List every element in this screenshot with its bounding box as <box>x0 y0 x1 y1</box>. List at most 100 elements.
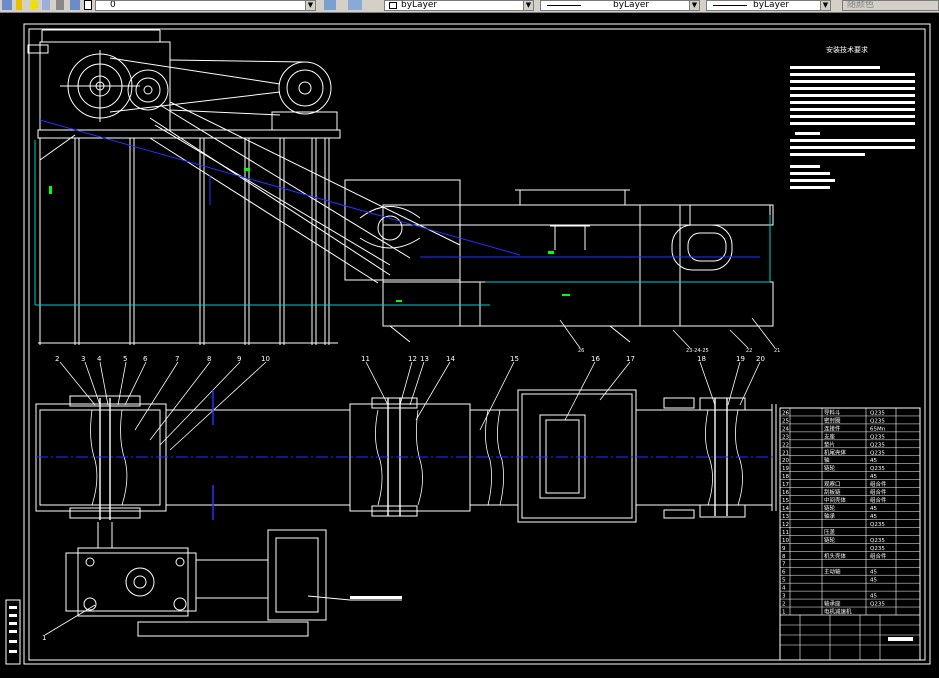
bom-cell-no: 4 <box>782 586 786 592</box>
callout-18: 18 <box>697 355 706 363</box>
make-current-layer-icon[interactable] <box>324 0 336 10</box>
bom-cell-name: 连接件 <box>824 424 841 432</box>
linetype-value: byLayer <box>613 0 650 10</box>
layer-previous-icon[interactable] <box>348 0 362 10</box>
bom-cell-mat: 65Mn <box>870 426 886 432</box>
chevron-down-icon: ▼ <box>523 1 533 10</box>
lineweight-value: byLayer <box>753 0 790 10</box>
bom-cell-no: 1 <box>782 610 786 616</box>
model-space-background <box>0 13 939 678</box>
freeze-icon[interactable] <box>42 0 50 10</box>
properties-toolbar: 0 ▼ byLayer ▼ byLayer ▼ byLayer ▼ 随颜色 <box>0 0 939 13</box>
bom-cell-name: 观察口 <box>824 480 841 488</box>
color-swatch-icon <box>389 2 397 9</box>
callout-11: 11 <box>361 355 370 363</box>
callout-16: 16 <box>591 355 600 363</box>
callout-7: 7 <box>175 355 179 363</box>
layer-manager-icon[interactable] <box>2 0 12 10</box>
bom-cell-no: 19 <box>782 466 789 472</box>
callout-19: 19 <box>736 355 745 363</box>
bom-cell-name: 轴承座 <box>824 600 841 608</box>
bom-cell-mat: Q235 <box>870 602 885 608</box>
bom-cell-mat: 45 <box>870 514 877 520</box>
bom-cell-mat: Q235 <box>870 410 885 416</box>
plot-icon[interactable] <box>70 0 80 10</box>
chevron-down-icon: ▼ <box>820 1 830 10</box>
callout-6: 6 <box>143 355 148 363</box>
bom-cell-no: 3 <box>782 594 786 600</box>
bom-cell-mat: 组合件 <box>870 488 887 496</box>
bom-cell-name: 轴承 <box>824 512 836 520</box>
bom-cell-no: 22 <box>782 442 789 448</box>
bom-cell-no: 16 <box>782 490 789 496</box>
callout-26: 26 <box>578 348 584 354</box>
bom-cell-no: 15 <box>782 498 789 504</box>
bom-cell-name: 链轮 <box>824 464 836 472</box>
layer-value: 0 <box>110 0 116 10</box>
bom-cell-no: 2 <box>782 602 786 608</box>
bom-cell-name: 支座 <box>824 432 836 440</box>
callout-20: 20 <box>756 355 765 363</box>
callout-17: 17 <box>626 355 635 363</box>
color-value: byLayer <box>401 0 438 10</box>
lineweight-preview-icon <box>713 5 747 6</box>
lock-icon[interactable] <box>56 0 64 10</box>
motor-label-bar <box>350 596 402 599</box>
bom-cell-no: 6 <box>782 570 786 576</box>
bom-cell-mat: 45 <box>870 578 877 584</box>
lineweight-dropdown[interactable]: byLayer ▼ <box>706 0 831 11</box>
layer-color-swatch-icon[interactable] <box>84 0 92 10</box>
callout-9: 9 <box>237 355 241 363</box>
chevron-down-icon: ▼ <box>305 1 315 10</box>
callout-12: 12 <box>408 355 417 363</box>
bom-cell-mat: Q235 <box>870 442 885 448</box>
callout-1: 1 <box>42 634 46 642</box>
bom-cell-name: 链轮 <box>824 536 836 544</box>
bom-cell-no: 26 <box>782 410 789 416</box>
bom-cell-name: 链轮 <box>824 504 836 512</box>
linetype-dropdown[interactable]: byLayer ▼ <box>540 0 700 11</box>
bom-cell-mat: Q235 <box>870 522 885 528</box>
callout-21: 21 <box>774 348 780 354</box>
plotstyle-dropdown[interactable]: 随颜色 <box>842 0 939 11</box>
bom-cell-mat: 45 <box>870 506 877 512</box>
bom-cell-no: 21 <box>782 450 789 456</box>
bom-cell-mat: Q235 <box>870 450 885 456</box>
color-dropdown[interactable]: byLayer ▼ <box>384 0 534 11</box>
bom-cell-mat: 45 <box>870 594 877 600</box>
bom-cell-name: 密封圈 <box>824 416 841 424</box>
layer-dropdown[interactable]: 0 ▼ <box>95 0 316 11</box>
bom-cell-no: 7 <box>782 562 786 568</box>
tech-requirements-title: 安装技术要求 <box>826 45 868 54</box>
layer-state-icon[interactable] <box>16 0 22 10</box>
callout-5: 5 <box>123 355 127 363</box>
bom-cell-mat: 组合件 <box>870 552 887 560</box>
bom-cell-mat: 组合件 <box>870 496 887 504</box>
drawing-name-bar <box>888 637 913 641</box>
bom-cell-name: 主动轴 <box>824 568 841 576</box>
bom-cell-no: 23 <box>782 434 789 440</box>
bom-cell-no: 25 <box>782 418 789 424</box>
bom-cell-mat: 45 <box>870 474 877 480</box>
light-bulb-icon[interactable] <box>30 0 38 10</box>
callout-2: 2 <box>55 355 59 363</box>
bom-cell-mat: Q235 <box>870 434 885 440</box>
bom-cell-name: 电机减速机 <box>824 608 852 616</box>
bom-cell-no: 17 <box>782 482 789 488</box>
bom-cell-no: 13 <box>782 514 789 520</box>
bom-cell-name: 压盖 <box>824 528 836 536</box>
bom-cell-name: 机尾壳体 <box>824 448 847 456</box>
bom-cell-mat: Q235 <box>870 538 885 544</box>
bom-cell-mat: 45 <box>870 570 877 576</box>
bom-cell-name: 导料斗 <box>824 408 841 416</box>
bom-cell-name: 机头壳体 <box>824 552 847 560</box>
callout-4: 4 <box>97 355 102 363</box>
drawing-canvas[interactable]: 2 3 4 5 6 7 8 9 10 11 12 13 14 15 16 17 … <box>0 13 939 678</box>
bom-cell-no: 24 <box>782 426 789 432</box>
bom-cell-no: 12 <box>782 522 789 528</box>
bom-cell-no: 14 <box>782 506 789 512</box>
callout-14: 14 <box>446 355 455 363</box>
bom-cell-name: 中间壳体 <box>824 496 847 504</box>
bom-cell-name: 垫片 <box>824 440 835 448</box>
bom-cell-no: 11 <box>782 530 789 536</box>
